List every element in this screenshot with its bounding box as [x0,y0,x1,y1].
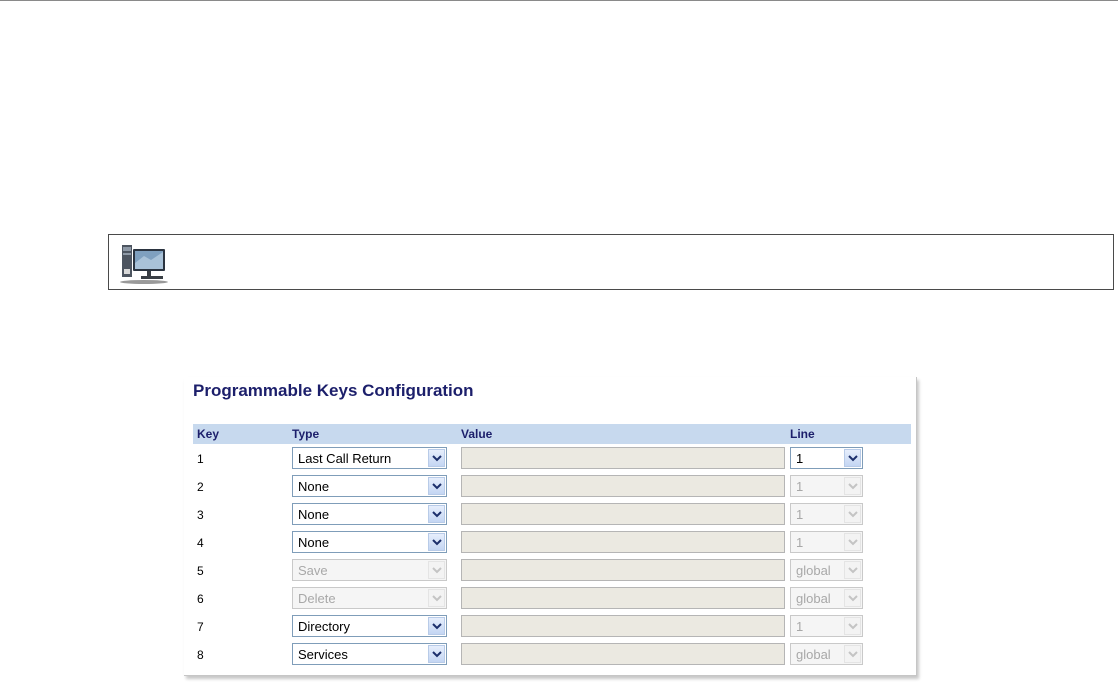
chevron-down-icon [428,561,445,579]
line-column-header: Line [790,427,815,441]
table-row: 2 None 1 [184,475,916,499]
top-rule [0,0,1118,1]
type-column-header: Type [292,427,320,441]
value-field [461,475,785,497]
key-number: 8 [197,648,204,662]
type-select: Save [292,559,447,581]
chevron-down-icon [844,505,861,523]
chevron-down-icon [844,533,861,551]
key-number: 7 [197,620,204,634]
value-field [461,615,785,637]
value-field [461,503,785,525]
type-select[interactable]: None [292,503,447,525]
type-select-value: Services [298,647,348,662]
type-select-value: Save [298,563,328,578]
type-select: Delete [292,587,447,609]
value-field [461,531,785,553]
line-select-value: global [796,647,831,662]
table-row: 8 Services global [184,643,916,667]
line-select: 1 [790,615,863,637]
line-select: global [790,587,863,609]
key-column-header: Key [197,427,220,441]
table-header: Key Type Value Line [193,424,911,444]
chevron-down-icon [844,617,861,635]
line-select-value: 1 [796,479,804,494]
desktop-computer-icon [120,245,168,284]
key-number: 3 [197,508,204,522]
line-select-value: global [796,563,831,578]
line-select: global [790,643,863,665]
chevron-down-icon [428,589,445,607]
key-number: 5 [197,564,204,578]
line-select: 1 [790,531,863,553]
line-select-value: 1 [796,535,804,550]
table-row: 3 None 1 [184,503,916,527]
type-select[interactable]: Last Call Return [292,447,447,469]
key-number: 2 [197,480,204,494]
line-select-value: 1 [796,507,804,522]
chevron-down-icon [844,477,861,495]
value-column-header: Value [461,427,493,441]
type-select-value: Directory [298,619,351,634]
table-row: 1 Last Call Return 1 [184,447,916,471]
line-select-value: 1 [796,451,804,466]
value-field [461,587,785,609]
value-field [461,643,785,665]
chevron-down-icon [428,645,445,663]
programmable-keys-panel: Programmable Keys Configuration Key Type… [184,377,917,676]
chevron-down-icon [428,617,445,635]
type-select[interactable]: None [292,475,447,497]
table-row: 4 None 1 [184,531,916,555]
chevron-down-icon [844,449,861,467]
key-number: 4 [197,536,204,550]
chevron-down-icon [844,561,861,579]
type-select-value: None [298,507,330,522]
line-select-value: global [796,591,831,606]
tip-box [108,234,1114,290]
value-field [461,447,785,469]
line-select: 1 [790,503,863,525]
line-select-value: 1 [796,619,804,634]
table-row: 7 Directory 1 [184,615,916,639]
value-field [461,559,785,581]
chevron-down-icon [428,449,445,467]
type-select[interactable]: Directory [292,615,447,637]
type-select-value: None [298,535,330,550]
chevron-down-icon [844,645,861,663]
chevron-down-icon [428,505,445,523]
chevron-down-icon [428,533,445,551]
type-select[interactable]: Services [292,643,447,665]
line-select: 1 [790,475,863,497]
type-select-value: Last Call Return [298,451,392,466]
chevron-down-icon [844,589,861,607]
chevron-down-icon [428,477,445,495]
table-row: 6 Delete global [184,587,916,611]
key-number: 1 [197,452,204,466]
type-select-value: Delete [298,591,336,606]
line-select[interactable]: 1 [790,447,863,469]
key-number: 6 [197,592,204,606]
table-row: 5 Save global [184,559,916,583]
panel-title: Programmable Keys Configuration [193,381,474,400]
type-select[interactable]: None [292,531,447,553]
type-select-value: None [298,479,330,494]
line-select: global [790,559,863,581]
